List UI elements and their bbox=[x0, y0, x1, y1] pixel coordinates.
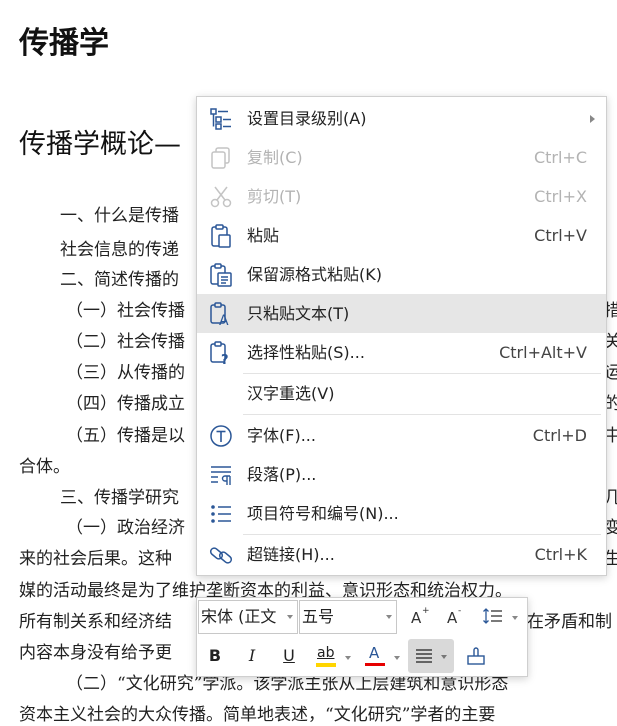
chevron-down-icon[interactable] bbox=[394, 656, 400, 660]
menu-item-toc-level[interactable]: 设置目录级别(A) bbox=[197, 99, 606, 138]
chevron-down-icon bbox=[386, 615, 392, 619]
mini-format-toolbar: 宋体 (正文 五号 A + A - B I U ab A bbox=[196, 597, 528, 677]
font-color-bar bbox=[365, 663, 385, 666]
svg-text:A: A bbox=[219, 313, 229, 327]
paste-keep-format-icon bbox=[210, 263, 232, 287]
menu-item-paragraph[interactable]: 段落(P)... bbox=[197, 455, 606, 494]
align-justify-icon bbox=[416, 649, 447, 663]
menu-item-paste-text-only[interactable]: A 只粘贴文本(T) bbox=[197, 294, 606, 333]
menu-item-cut[interactable]: 剪切(T) Ctrl+X bbox=[197, 177, 606, 216]
hyperlink-icon bbox=[209, 547, 233, 564]
paragraph-line: 社会信息的传递 bbox=[60, 240, 179, 260]
font-name-select[interactable]: 宋体 (正文 bbox=[198, 600, 298, 634]
menu-item-label: 设置目录级别(A) bbox=[247, 109, 367, 128]
decrease-font-size-button[interactable]: A - bbox=[441, 602, 469, 630]
chevron-down-icon bbox=[287, 615, 293, 619]
menu-item-shortcut: Ctrl+Alt+V bbox=[499, 343, 587, 362]
paragraph-line: （四）传播成立 bbox=[66, 394, 185, 414]
paragraph-line: （五）传播是以 bbox=[66, 426, 185, 446]
menu-item-paste[interactable]: 粘贴 Ctrl+V bbox=[197, 216, 606, 255]
menu-item-label: 项目符号和编号(N)... bbox=[247, 504, 399, 523]
italic-button[interactable]: I bbox=[238, 642, 266, 670]
document-title: 传播学 bbox=[19, 26, 109, 61]
menu-item-label: 选择性粘贴(S)... bbox=[247, 343, 365, 362]
font-color-button[interactable]: A bbox=[361, 642, 389, 670]
line-spacing-icon bbox=[483, 608, 502, 624]
increase-font-size-button[interactable]: A + bbox=[405, 602, 433, 630]
menu-item-hyperlink[interactable]: 超链接(H)... Ctrl+K bbox=[197, 535, 606, 574]
menu-item-label: 粘贴 bbox=[247, 226, 280, 245]
toc-level-icon bbox=[210, 108, 231, 130]
cut-icon bbox=[210, 186, 232, 208]
line-spacing-button[interactable] bbox=[480, 602, 508, 630]
grow-font-icon: A + bbox=[411, 606, 430, 627]
menu-item-label: 汉字重选(V) bbox=[247, 384, 335, 403]
menu-item-shortcut: Ctrl+D bbox=[532, 426, 587, 445]
align-button[interactable] bbox=[408, 639, 454, 673]
font-size-select[interactable]: 五号 bbox=[299, 600, 397, 634]
paragraph-line: （一）政治经济 bbox=[66, 518, 185, 538]
paragraph-line: 所有制关系和经济结 bbox=[19, 612, 172, 632]
paragraph-line: （三）从传播的 bbox=[66, 363, 185, 383]
paste-text-only-icon: A bbox=[210, 302, 229, 327]
context-menu: 设置目录级别(A) 复制(C) Ctrl+C 剪切(T) Ctrl+X 粘贴 C… bbox=[196, 96, 607, 576]
highlight-color-bar bbox=[316, 663, 336, 667]
paragraph-line: 内容本身没有给予更 bbox=[19, 643, 172, 663]
format-painter-button[interactable] bbox=[462, 642, 490, 670]
menu-item-label: 剪切(T) bbox=[247, 187, 302, 206]
menu-item-bullets-numbering[interactable]: 项目符号和编号(N)... bbox=[197, 494, 606, 533]
svg-text:A: A bbox=[411, 609, 422, 627]
paragraph-line: 来的社会后果。这种 bbox=[19, 549, 172, 569]
format-painter-icon bbox=[467, 647, 485, 665]
menu-item-shortcut: Ctrl+C bbox=[533, 148, 587, 167]
font-icon bbox=[210, 425, 232, 447]
paragraph-line: 一、什么是传播 bbox=[60, 206, 179, 226]
paragraph-icon bbox=[211, 466, 231, 485]
svg-text:A: A bbox=[447, 609, 458, 627]
menu-item-reselect-hanzi[interactable]: 汉字重选(V) bbox=[197, 374, 606, 413]
submenu-arrow-icon bbox=[590, 115, 595, 123]
menu-item-shortcut: Ctrl+K bbox=[534, 545, 587, 564]
paragraph-line: 合体。 bbox=[19, 457, 70, 477]
menu-item-copy[interactable]: 复制(C) Ctrl+C bbox=[197, 138, 606, 177]
menu-item-label: 只粘贴文本(T) bbox=[247, 304, 350, 323]
paragraph-line: （一）社会传播 bbox=[66, 301, 185, 321]
svg-text:?: ? bbox=[221, 353, 229, 366]
chevron-down-icon[interactable] bbox=[512, 616, 518, 620]
paragraph-line: 二、简述传播的 bbox=[60, 270, 179, 290]
shrink-font-icon: A - bbox=[447, 606, 461, 627]
copy-icon bbox=[211, 147, 230, 169]
document-subtitle: 传播学概论— bbox=[19, 129, 181, 160]
chevron-down-icon[interactable] bbox=[345, 656, 351, 660]
highlight-button[interactable]: ab bbox=[313, 642, 341, 670]
paragraph-fragment: 在矛盾和制 bbox=[527, 612, 612, 632]
svg-text:+: + bbox=[422, 606, 430, 616]
menu-item-paste-special[interactable]: ? 选择性粘贴(S)... Ctrl+Alt+V bbox=[197, 333, 606, 372]
paragraph-line: 资本主义社会的大众传播。简单地表述，“文化研究”学者的主要 bbox=[19, 705, 496, 725]
paste-special-icon: ? bbox=[210, 341, 229, 366]
menu-item-label: 超链接(H)... bbox=[247, 545, 335, 564]
menu-item-shortcut: Ctrl+V bbox=[534, 226, 587, 245]
menu-item-shortcut: Ctrl+X bbox=[534, 187, 587, 206]
menu-item-label: 保留源格式粘贴(K) bbox=[247, 265, 382, 284]
svg-text:-: - bbox=[458, 606, 461, 616]
paste-icon bbox=[211, 224, 231, 248]
underline-button[interactable]: U bbox=[275, 642, 303, 670]
menu-separator bbox=[243, 414, 601, 415]
menu-item-paste-keep-format[interactable]: 保留源格式粘贴(K) bbox=[197, 255, 606, 294]
bold-button[interactable]: B bbox=[201, 642, 229, 670]
menu-item-label: 字体(F)... bbox=[247, 426, 316, 445]
menu-item-font[interactable]: 字体(F)... Ctrl+D bbox=[197, 416, 606, 455]
font-size-value: 五号 bbox=[302, 607, 335, 626]
menu-item-label: 复制(C) bbox=[247, 148, 303, 167]
paragraph-line: （二）社会传播 bbox=[66, 332, 185, 352]
paragraph-line: 三、传播学研究 bbox=[60, 488, 179, 508]
menu-item-label: 段落(P)... bbox=[247, 465, 317, 484]
bullets-numbering-icon bbox=[211, 505, 231, 523]
font-name-value: 宋体 (正文 bbox=[201, 607, 277, 626]
